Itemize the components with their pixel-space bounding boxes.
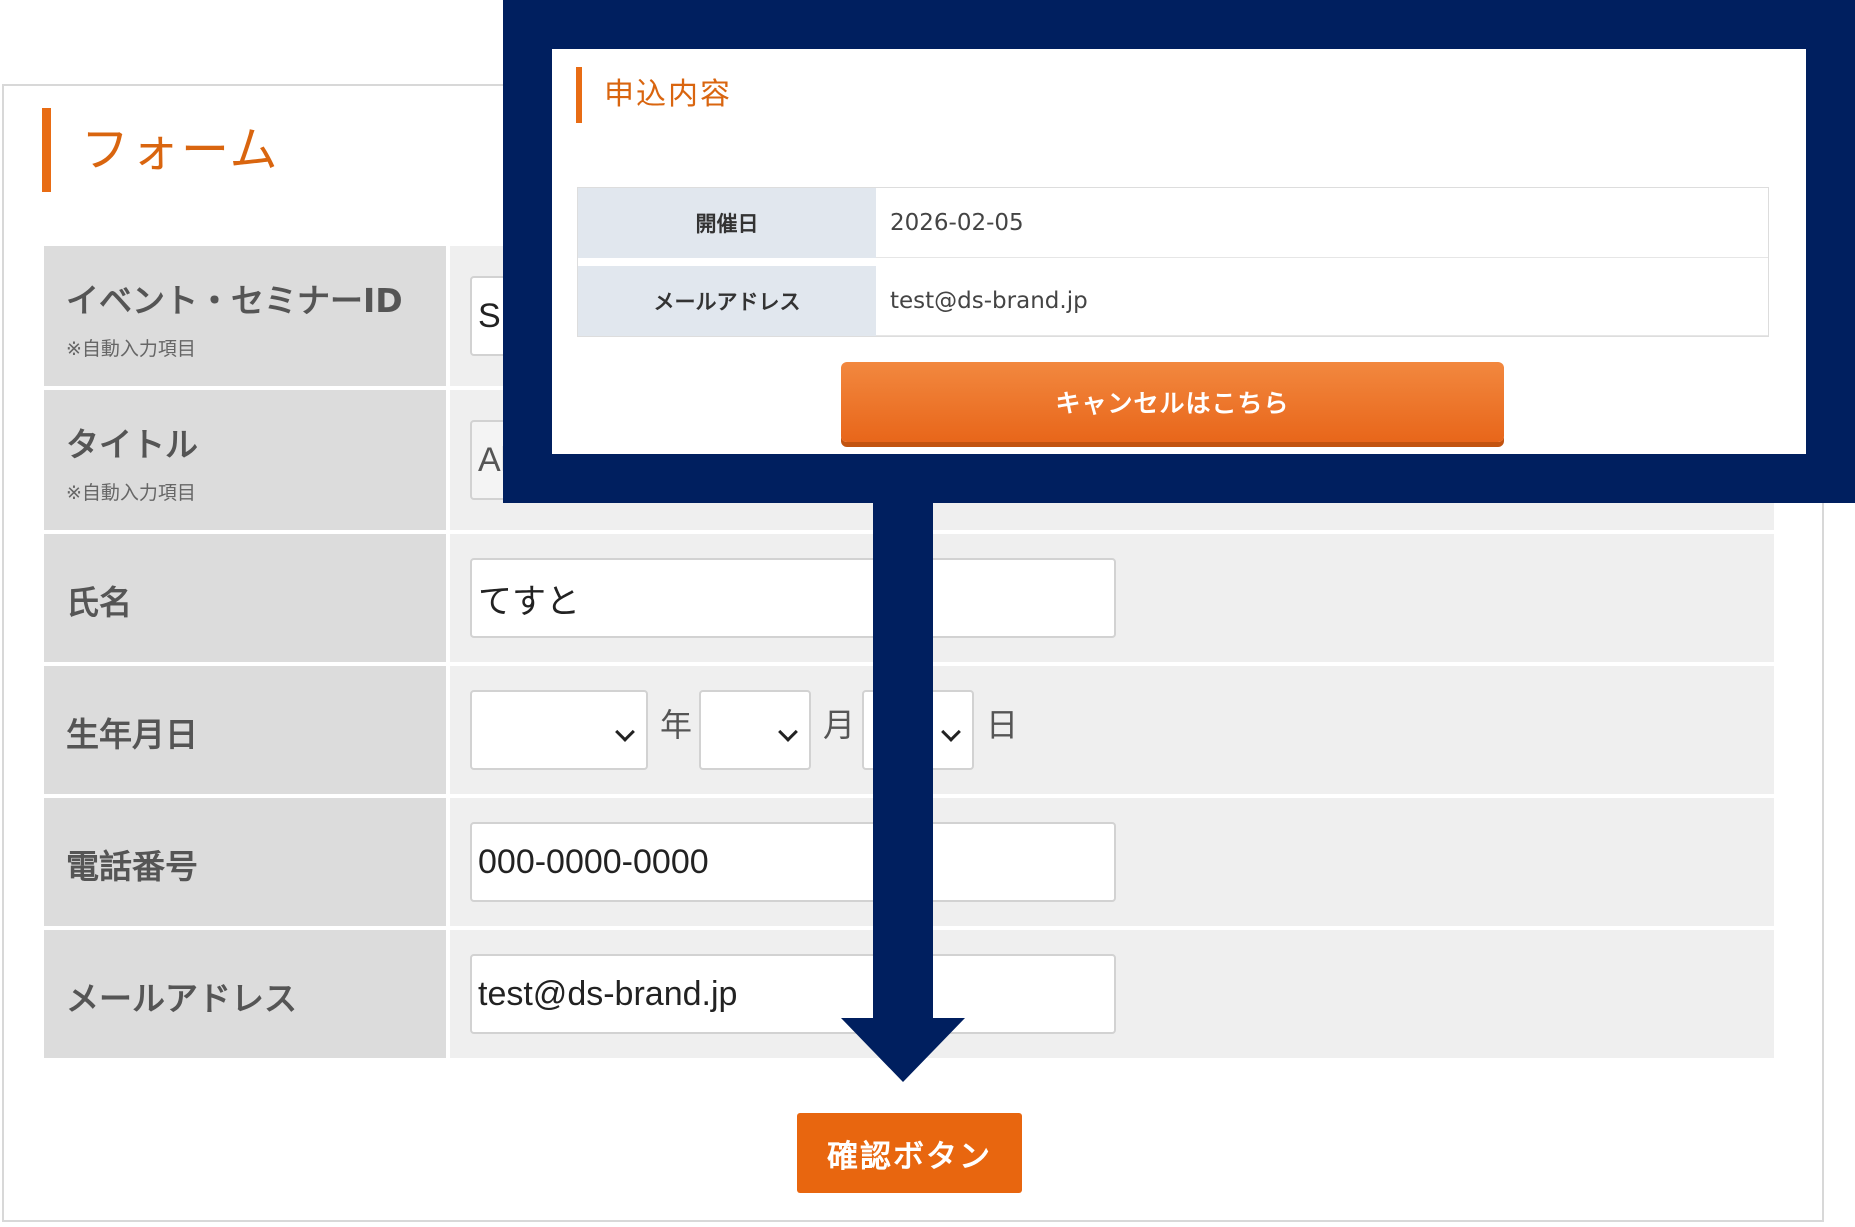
confirmation-panel: 申込内容 開催日 2026-02-05 メールアドレス test@ds-bran… (552, 49, 1806, 454)
phone-value-cell: 000-0000-0000 (450, 798, 1774, 926)
birthdate-label-cell: 生年月日 (44, 666, 446, 794)
name-label: 氏名 (66, 583, 132, 622)
overlay-email-label: メールアドレス (578, 266, 876, 336)
year-unit: 年 (660, 706, 693, 744)
chevron-down-icon (778, 722, 798, 742)
arrow-shaft (873, 503, 933, 1020)
overlay-email-value: test@ds-brand.jp (876, 266, 1768, 336)
chevron-down-icon (615, 722, 635, 742)
overlay-title: 申込内容 (576, 67, 732, 123)
name-input[interactable]: てすと (470, 558, 1116, 638)
title-label-cell: タイトル ※自動入力項目 (44, 390, 446, 530)
form-title: フォーム (42, 108, 280, 192)
birth-month-select[interactable] (699, 690, 811, 770)
name-label-cell: 氏名 (44, 534, 446, 662)
chevron-down-icon (941, 722, 961, 742)
date-value: 2026-02-05 (876, 188, 1768, 258)
event-id-note: ※自動入力項目 (66, 338, 196, 360)
title-note: ※自動入力項目 (66, 482, 196, 504)
day-unit: 日 (986, 706, 1019, 744)
down-arrow-icon (841, 1018, 965, 1082)
event-id-label-cell: イベント・セミナーID ※自動入力項目 (44, 246, 446, 386)
confirmation-overlay: 申込内容 開催日 2026-02-05 メールアドレス test@ds-bran… (503, 0, 1855, 503)
cancel-button[interactable]: キャンセルはこちら (841, 362, 1504, 442)
month-unit: 月 (823, 706, 856, 744)
overlay-row-date: 開催日 2026-02-05 (578, 188, 1768, 258)
email-value-cell: test@ds-brand.jp (450, 930, 1774, 1058)
phone-label-cell: 電話番号 (44, 798, 446, 926)
phone-label: 電話番号 (66, 847, 198, 886)
overlay-row-email: メールアドレス test@ds-brand.jp (578, 266, 1768, 336)
email-label: メールアドレス (66, 979, 297, 1018)
confirm-button[interactable]: 確認ボタン (797, 1113, 1022, 1193)
title-label: タイトル (66, 425, 198, 464)
birthdate-value-cell: 年 月 日 (450, 666, 1774, 794)
birth-year-select[interactable] (470, 690, 648, 770)
date-label: 開催日 (578, 188, 876, 258)
birthdate-label: 生年月日 (66, 715, 198, 754)
event-id-label: イベント・セミナーID (66, 281, 403, 320)
phone-input[interactable]: 000-0000-0000 (470, 822, 1116, 902)
email-label-cell: メールアドレス (44, 930, 446, 1058)
email-input[interactable]: test@ds-brand.jp (470, 954, 1116, 1034)
overlay-table: 開催日 2026-02-05 メールアドレス test@ds-brand.jp (577, 187, 1769, 337)
name-value-cell: てすと (450, 534, 1774, 662)
